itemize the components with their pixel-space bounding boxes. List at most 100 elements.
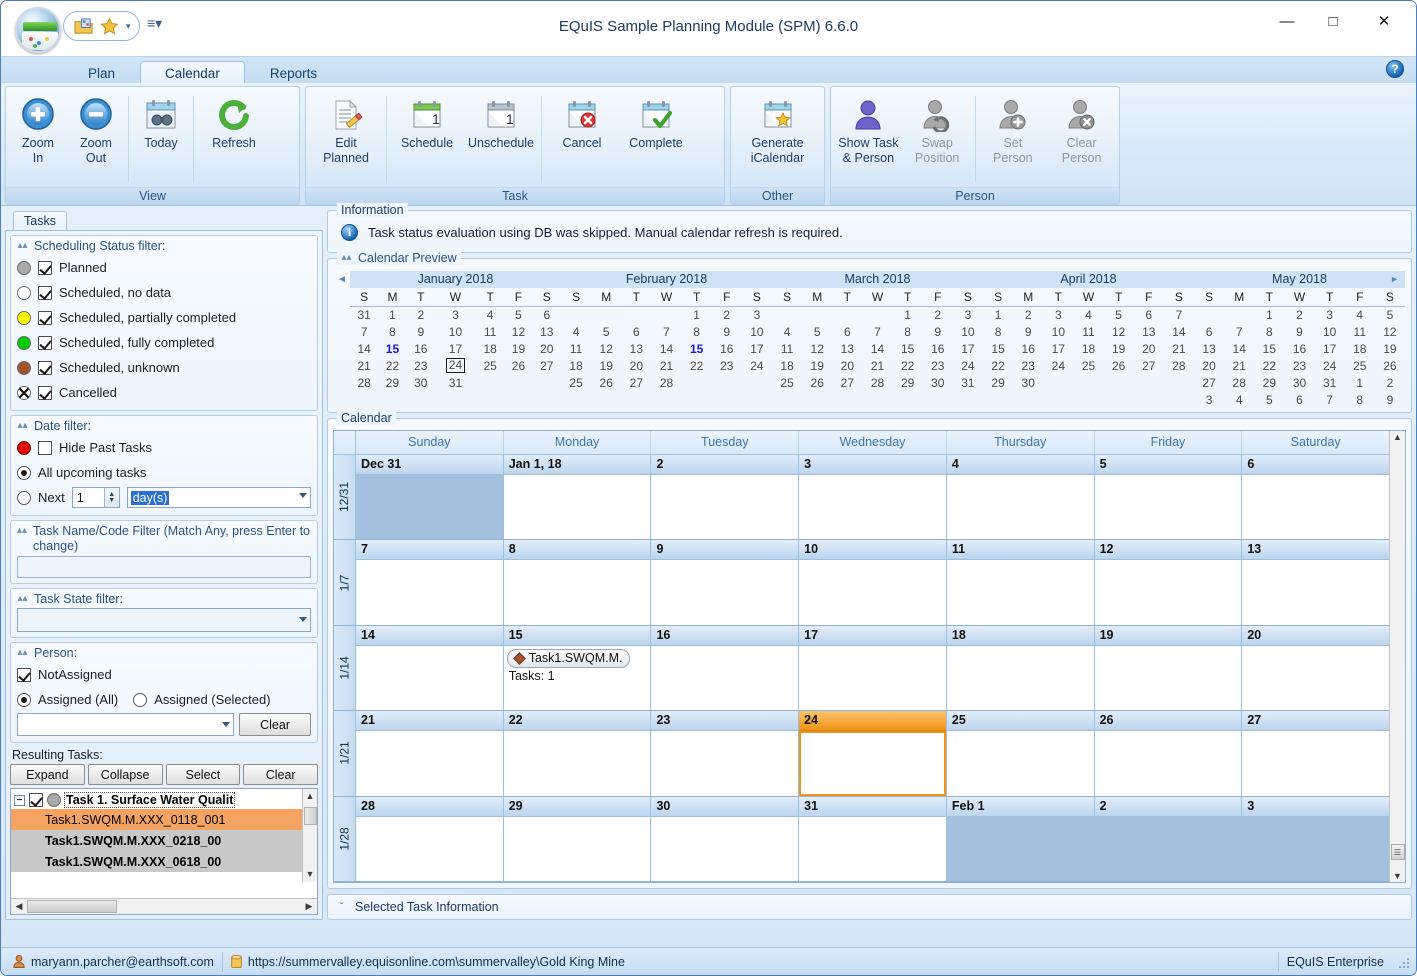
tree-expander-icon[interactable]: − [14, 794, 25, 806]
mini-calendar-day[interactable]: 29 [983, 374, 1013, 391]
mini-calendar-day[interactable]: 9 [407, 323, 435, 340]
mini-calendar-day[interactable]: 2 [407, 306, 435, 323]
calendar-day-body[interactable] [1094, 645, 1242, 711]
mini-calendar-day[interactable]: 26 [504, 357, 532, 374]
chevron-down-icon[interactable] [222, 722, 230, 727]
collapse-chevron-icon[interactable]: ▴▴ [341, 253, 352, 263]
calendar-day-body[interactable]: Task1.SWQM.M. Tasks: 1 [503, 645, 651, 711]
scroll-right-icon[interactable]: ▶ [302, 901, 316, 912]
calendar-day-body[interactable] [1242, 560, 1390, 625]
mini-calendar-day[interactable]: 17 [953, 340, 983, 357]
tab-tasks[interactable]: Tasks [13, 211, 67, 230]
mini-calendar-day[interactable]: 9 [712, 323, 742, 340]
calendar-day-body[interactable] [651, 475, 799, 540]
clear-button[interactable]: Clear [243, 764, 318, 785]
calendar-day-body[interactable] [651, 816, 799, 882]
calendar-day-body[interactable] [356, 560, 503, 625]
show-task-person-button[interactable]: Show Task & Person [834, 92, 903, 167]
mini-calendar-day[interactable]: 15 [378, 340, 406, 357]
expand-button[interactable]: Expand [10, 764, 85, 785]
collapse-chevron-icon[interactable]: ▴▴ [17, 241, 28, 251]
all-upcoming-tasks-row[interactable]: All upcoming tasks [17, 460, 311, 485]
mini-calendar-day[interactable]: 26 [1375, 357, 1405, 374]
favorites-star-icon[interactable] [100, 16, 119, 36]
hide-past-tasks-checkbox[interactable] [38, 440, 52, 455]
stepper-arrows-icon[interactable]: ▲ ▼ [103, 488, 119, 507]
mini-calendar-day[interactable]: 21 [1164, 340, 1194, 357]
mini-calendar-day[interactable]: 5 [802, 323, 832, 340]
maximize-button[interactable]: □ [1310, 5, 1356, 37]
calendar-day-cell[interactable]: 17 [799, 625, 947, 711]
calendar-day-cell[interactable]: 8 [503, 540, 652, 625]
calendar-day-body[interactable] [946, 560, 1094, 625]
not-assigned-checkbox[interactable] [17, 667, 31, 682]
mini-calendar-day[interactable]: 18 [561, 357, 591, 374]
calendar-day-cell[interactable]: Jan 1, 18 [503, 455, 652, 540]
task-name-filter-header[interactable]: ▴▴ Task Name/Code Filter (Match Any, pre… [17, 524, 311, 554]
person-filter-header[interactable]: ▴▴ Person: [17, 646, 311, 660]
select-button[interactable]: Select [165, 764, 241, 785]
calendar-day-cell[interactable]: 18 [946, 625, 1095, 711]
mini-calendar-day[interactable]: 11 [1345, 323, 1375, 340]
calendar-day-body[interactable] [799, 645, 946, 711]
mini-calendar-day[interactable]: 25 [1073, 357, 1103, 374]
tab-calendar[interactable]: Calendar [140, 61, 245, 85]
calendar-day-body[interactable] [651, 560, 799, 625]
tree-child-node[interactable]: Task1.SWQM.M.XXX_0218_00 [11, 830, 317, 851]
mini-calendar-day[interactable]: 31 [435, 374, 476, 391]
calendar-day-body[interactable] [946, 816, 1094, 882]
mini-calendar-day[interactable]: 26 [591, 374, 621, 391]
mini-calendar-day[interactable]: 16 [712, 340, 742, 357]
person-clear-button[interactable]: Clear [239, 713, 311, 736]
calendar-vertical-scrollbar[interactable]: ▲ ☰ ▼ [1389, 431, 1405, 882]
mini-calendar-day[interactable]: 9 [1375, 391, 1405, 408]
task-name-filter-input[interactable] [17, 556, 311, 578]
calendar-day-cell[interactable]: 23 [651, 711, 800, 796]
mini-calendar-day[interactable]: 3 [742, 306, 772, 323]
zoom-out-button[interactable]: Zoom Out [67, 92, 125, 167]
mini-calendar-day[interactable]: 19 [1104, 340, 1134, 357]
status-checkbox-fully-completed[interactable] [38, 335, 52, 350]
mini-calendar-day[interactable]: 2 [1375, 374, 1405, 391]
tab-reports[interactable]: Reports [245, 61, 342, 85]
mini-calendar-day[interactable]: 14 [651, 340, 681, 357]
calendar-day-body[interactable] [799, 475, 946, 540]
status-checkbox-partially-completed[interactable] [38, 310, 52, 325]
next-n-row[interactable]: Next 1 ▲ ▼ day(s) [17, 485, 311, 510]
assigned-all-radio[interactable] [17, 692, 31, 707]
swap-position-button[interactable]: Swap Position [903, 92, 972, 167]
mini-calendar-day[interactable]: 3 [1194, 391, 1224, 408]
mini-calendar-day[interactable]: 10 [1315, 323, 1345, 340]
status-row-partially-completed[interactable]: Scheduled, partially completed [17, 305, 311, 330]
mini-calendar-day[interactable]: 3 [953, 306, 983, 323]
mini-calendar-day[interactable]: 25 [1345, 357, 1375, 374]
mini-calendar-day[interactable]: 1 [893, 306, 923, 323]
mini-calendar-day[interactable]: 6 [1284, 391, 1314, 408]
resulting-tasks-tree[interactable]: − Task 1. Surface Water Qualit Task1.SWQ… [10, 788, 318, 915]
mini-calendar-day[interactable]: 6 [1194, 323, 1224, 340]
mini-calendar-day[interactable]: 7 [1315, 391, 1345, 408]
mini-calendar-day[interactable]: 26 [1104, 357, 1134, 374]
mini-calendar-day[interactable]: 20 [621, 357, 651, 374]
calendar-day-cell[interactable]: 13 [1242, 540, 1390, 625]
mini-calendar-day[interactable]: 20 [1134, 340, 1164, 357]
mini-calendar-day[interactable]: 4 [1224, 391, 1254, 408]
calendar-day-cell[interactable]: 10 [799, 540, 947, 625]
mini-calendar-day[interactable]: 9 [1284, 323, 1314, 340]
status-row-planned[interactable]: Planned [17, 255, 311, 280]
mini-calendar-day[interactable]: 10 [742, 323, 772, 340]
generate-icalendar-button[interactable]: Generate iCalendar [741, 92, 815, 167]
status-checkbox-cancelled[interactable] [38, 385, 52, 400]
scheduling-status-filter-header[interactable]: ▴▴ Scheduling Status filter: [17, 239, 311, 253]
calendar-day-cell[interactable]: 29 [503, 796, 652, 882]
calendar-day-body[interactable] [651, 645, 799, 711]
calendar-day-cell[interactable]: Feb 1 [946, 796, 1095, 882]
clear-person-button[interactable]: Clear Person [1047, 92, 1116, 167]
mini-calendar-day[interactable]: 22 [378, 357, 406, 374]
mini-calendar-day[interactable]: 11 [561, 340, 591, 357]
calendar-day-cell[interactable]: 19 [1094, 625, 1243, 711]
mini-calendar-day[interactable]: 15 [682, 340, 712, 357]
calendar-day-cell[interactable]: 9 [651, 540, 800, 625]
mini-calendar-day[interactable]: 18 [476, 340, 504, 357]
mini-calendar-day[interactable]: 8 [1345, 391, 1375, 408]
